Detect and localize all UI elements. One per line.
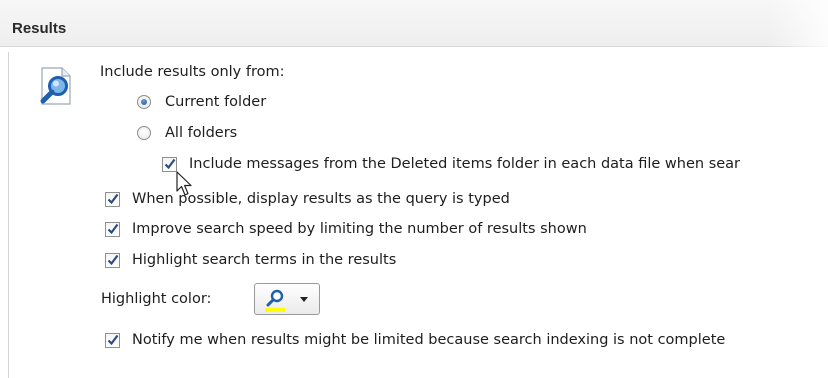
radio-all-folders[interactable]: All folders [137, 124, 237, 142]
include-deleted-items-checkbox[interactable] [162, 156, 177, 172]
check-mark-icon [164, 158, 176, 169]
notify-incomplete-indexing-checkbox[interactable] [105, 332, 120, 348]
include-deleted-items-option[interactable]: Include messages from the Deleted items … [162, 155, 740, 173]
option-highlight-terms[interactable]: Highlight search terms in the results [105, 251, 396, 269]
check-mark-icon [107, 334, 119, 345]
highlight-color-dropdown[interactable] [254, 283, 320, 315]
radio-current-folder-button[interactable] [137, 95, 151, 109]
display-as-typed-checkbox[interactable] [105, 191, 120, 207]
highlight-color-picker-icon [265, 289, 308, 312]
include-deleted-items-label[interactable]: Include messages from the Deleted items … [189, 155, 740, 173]
search-document-icon [40, 67, 71, 105]
check-mark-icon [107, 223, 119, 234]
option-notify-incomplete-indexing[interactable]: Notify me when results might be limited … [105, 331, 725, 349]
radio-all-folders-button[interactable] [137, 126, 151, 140]
section-title: Results [12, 20, 67, 37]
option-display-as-typed[interactable]: When possible, display results as the qu… [105, 190, 510, 208]
right-edge-fade [768, 0, 828, 378]
highlight-terms-label[interactable]: Highlight search terms in the results [132, 251, 396, 269]
limit-results-label[interactable]: Improve search speed by limiting the num… [132, 220, 587, 238]
radio-current-folder[interactable]: Current folder [137, 93, 266, 111]
option-limit-results[interactable]: Improve search speed by limiting the num… [105, 220, 587, 238]
highlight-color-label-row: Highlight color: [101, 290, 211, 308]
results-section-header: Results [0, 0, 828, 47]
outlook-search-options-results: Results Include results only from: Curre… [0, 0, 828, 378]
include-results-label-row: Include results only from: [100, 63, 285, 81]
radio-all-folders-label[interactable]: All folders [165, 124, 237, 142]
check-mark-icon [107, 254, 119, 265]
highlight-terms-checkbox[interactable] [105, 252, 120, 268]
notify-incomplete-indexing-label[interactable]: Notify me when results might be limited … [132, 331, 725, 349]
check-mark-icon [107, 193, 119, 204]
radio-current-folder-label[interactable]: Current folder [165, 93, 266, 111]
highlight-color-label: Highlight color: [101, 291, 212, 307]
limit-results-checkbox[interactable] [105, 221, 120, 237]
include-results-label: Include results only from: [100, 64, 285, 80]
mouse-cursor-icon [176, 171, 192, 196]
section-divider [8, 52, 9, 378]
